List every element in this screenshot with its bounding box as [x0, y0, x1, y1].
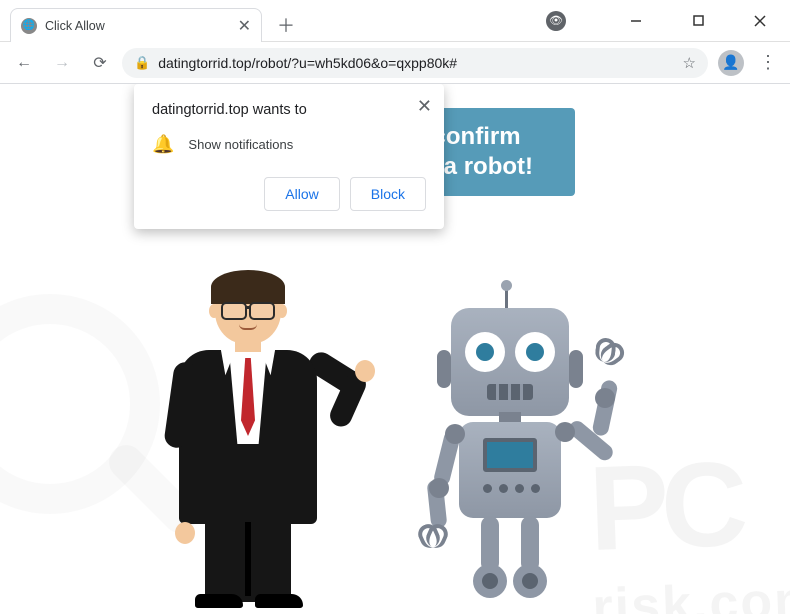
close-window-button[interactable] [738, 0, 782, 42]
reload-button[interactable]: ⟳ [84, 47, 116, 79]
suited-man-illustration [135, 274, 345, 604]
globe-icon: 🌐 [21, 18, 37, 34]
block-button[interactable]: Block [350, 177, 426, 211]
profile-avatar[interactable]: 👤 [718, 50, 744, 76]
toolbar: ← → ⟳ 🔒 ☆ 👤 ⋮ [0, 42, 790, 84]
back-button[interactable]: ← [8, 47, 40, 79]
bookmark-star-icon[interactable]: ☆ [683, 54, 696, 72]
close-tab-button[interactable]: ✕ [238, 16, 251, 36]
browser-menu-button[interactable]: ⋮ [754, 52, 782, 73]
close-dialog-button[interactable]: ✕ [417, 96, 432, 117]
forward-button: → [46, 47, 78, 79]
minimize-button[interactable] [614, 0, 658, 42]
lock-icon: 🔒 [134, 55, 150, 71]
allow-button[interactable]: Allow [264, 177, 339, 211]
browser-tab[interactable]: 🌐 Click Allow ✕ [10, 8, 262, 42]
illustration-scene [135, 264, 655, 604]
url-input[interactable] [158, 55, 674, 71]
new-tab-button[interactable]: ＋ [272, 11, 300, 39]
permission-title: datingtorrid.top wants to [152, 102, 426, 118]
address-bar[interactable]: 🔒 ☆ [122, 48, 708, 78]
maximize-button[interactable] [676, 0, 720, 42]
page-content: Click Allow to confirm that you are not … [0, 84, 790, 614]
tab-title: Click Allow [45, 19, 230, 33]
incognito-icon: 👁 [546, 11, 566, 31]
notification-permission-dialog: ✕ datingtorrid.top wants to 🔔 Show notif… [134, 84, 444, 229]
robot-illustration [395, 284, 655, 604]
bell-icon: 🔔 [152, 134, 174, 155]
permission-label: Show notifications [188, 137, 293, 152]
